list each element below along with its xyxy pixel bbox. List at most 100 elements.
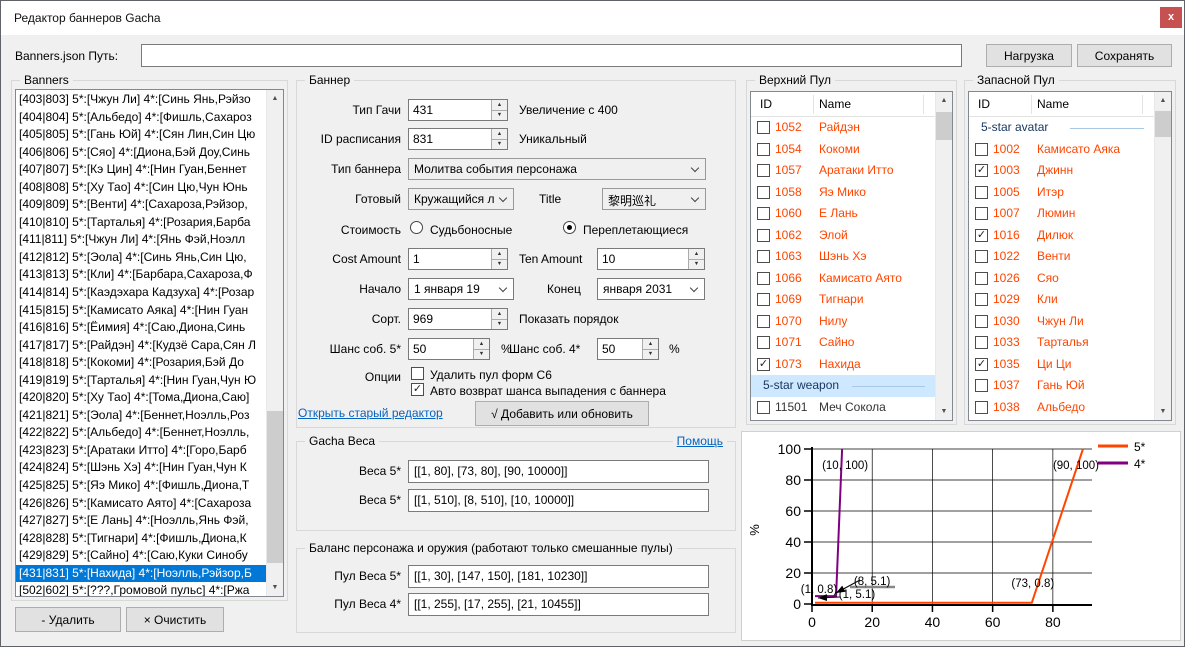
list-item[interactable]: [413|813] 5*:[Кли] 4*:[Барбара,Сахароза,… (16, 266, 266, 284)
spin-up-icon[interactable]: ▲ (643, 339, 658, 350)
save-button[interactable]: Сохранять (1077, 44, 1172, 67)
scroll-down-icon[interactable]: ▼ (1155, 403, 1171, 420)
pool-row[interactable]: 1033Тарталья (969, 332, 1154, 354)
scroll-up-icon[interactable]: ▲ (267, 90, 283, 107)
cost-amount-spinner[interactable]: 1 ▲ ▼ (408, 248, 508, 270)
row-checkbox[interactable] (975, 143, 988, 156)
pool-row[interactable]: 1071Сайно (751, 332, 935, 354)
scrollbar-thumb[interactable] (1155, 111, 1171, 137)
option-remove-c6-label[interactable]: Удалить пул форм С6 (430, 368, 552, 382)
list-item[interactable]: [428|828] 5*:[Тигнари] 4*:[Фишль,Диона,К (16, 530, 266, 548)
pool-row[interactable]: 1057Аратаки Итто (751, 160, 935, 182)
list-item[interactable]: [408|808] 5*:[Ху Тао] 4*:[Син Цю,Чун Юнь (16, 179, 266, 197)
radio-intertwined[interactable] (563, 221, 576, 234)
ten-amount-spinner[interactable]: 10 ▲ ▼ (597, 248, 705, 270)
schedule-id-spinner[interactable]: 831 ▲ ▼ (408, 128, 508, 150)
close-icon[interactable]: x (1160, 7, 1182, 28)
pool-weights4-input[interactable]: [[1, 255], [17, 255], [21, 10455]] (408, 593, 709, 616)
row-checkbox[interactable] (757, 207, 770, 220)
pool-row[interactable]: 1054Кокоми (751, 139, 935, 161)
radio-fate-label[interactable]: Судьбоносные (430, 223, 512, 237)
pool-separator[interactable]: 5-star avatar (969, 117, 1154, 139)
list-item[interactable]: [421|821] 5*:[Эола] 4*:[Беннет,Ноэлль,Ро… (16, 407, 266, 425)
pool-row[interactable]: ✓1003Джинн (969, 160, 1154, 182)
spin-up-icon[interactable]: ▲ (492, 309, 507, 320)
row-checkbox[interactable] (757, 186, 770, 199)
banner-type-select[interactable]: Молитва события персонажа (408, 158, 706, 180)
row-checkbox[interactable]: ✓ (975, 229, 988, 242)
row-checkbox[interactable]: ✓ (975, 358, 988, 371)
row-checkbox[interactable] (757, 293, 770, 306)
weights5-input-2[interactable]: [[1, 510], [8, 510], [10, 10000]] (408, 489, 709, 512)
pool-row[interactable]: 1038Альбедо (969, 397, 1154, 419)
pool-row[interactable]: 1037Гань Юй (969, 375, 1154, 397)
spin-down-icon[interactable]: ▼ (492, 260, 507, 270)
spin-down-icon[interactable]: ▼ (492, 140, 507, 150)
pool-row[interactable]: 1063Шэнь Хэ (751, 246, 935, 268)
option-auto-return-label[interactable]: Авто возврат шанса выпадения с баннера (430, 384, 666, 398)
chance4-spinner[interactable]: 50 ▲ ▼ (597, 338, 659, 360)
gacha-type-spinner[interactable]: 431 ▲ ▼ (408, 99, 508, 121)
row-checkbox[interactable] (975, 315, 988, 328)
fallback-pool-table[interactable]: ID Name 5-star avatar1002Камисато Аяка✓1… (968, 91, 1172, 421)
pool-row[interactable]: 11501Меч Сокола (751, 397, 935, 419)
spin-down-icon[interactable]: ▼ (689, 260, 704, 270)
list-item[interactable]: [429|829] 5*:[Сайно] 4*:[Саю,Куки Синобу (16, 547, 266, 565)
row-checkbox[interactable] (757, 164, 770, 177)
pool-row[interactable]: 1052Райдэн (751, 117, 935, 139)
pool-row[interactable]: 1060Е Лань (751, 203, 935, 225)
delete-button[interactable]: - Удалить (15, 607, 121, 632)
upper-pool-table[interactable]: ID Name 1052Райдэн1054Кокоми1057Аратаки … (750, 91, 953, 421)
row-checkbox[interactable] (757, 121, 770, 134)
list-item[interactable]: [409|809] 5*:[Венти] 4*:[Сахароза,Рэйзор… (16, 196, 266, 214)
spin-up-icon[interactable]: ▲ (689, 249, 704, 260)
radio-intertwined-label[interactable]: Переплетающиеся (583, 223, 688, 237)
list-item[interactable]: [424|824] 5*:[Шэнь Хэ] 4*:[Нин Гуан,Чун … (16, 459, 266, 477)
pool-row[interactable]: ✓1035Ци Ци (969, 354, 1154, 376)
row-checkbox[interactable] (757, 272, 770, 285)
pool-row[interactable]: 1007Люмин (969, 203, 1154, 225)
pool-row[interactable]: 1066Камисато Аято (751, 268, 935, 290)
scroll-down-icon[interactable]: ▼ (267, 579, 283, 596)
pool-row[interactable]: 1002Камисато Аяка (969, 139, 1154, 161)
list-item[interactable]: [403|803] 5*:[Чжун Ли] 4*:[Синь Янь,Рэйз… (16, 91, 266, 109)
pool-row[interactable]: 1030Чжун Ли (969, 311, 1154, 333)
scrollbar[interactable]: ▲ ▼ (935, 92, 952, 420)
pool-row[interactable]: 1022Венти (969, 246, 1154, 268)
pool-row[interactable]: ✓1016Дилюк (969, 225, 1154, 247)
row-checkbox[interactable] (757, 229, 770, 242)
scrollbar-thumb[interactable] (936, 112, 952, 140)
pool-row[interactable]: 1029Кли (969, 289, 1154, 311)
row-checkbox[interactable] (975, 336, 988, 349)
row-checkbox[interactable] (757, 315, 770, 328)
row-checkbox[interactable]: ✓ (975, 164, 988, 177)
row-checkbox[interactable] (975, 250, 988, 263)
list-item[interactable]: [423|823] 5*:[Аратаки Итто] 4*:[Горо,Бар… (16, 442, 266, 460)
weights5-input-1[interactable]: [[1, 80], [73, 80], [90, 10000]] (408, 460, 709, 483)
list-item[interactable]: [427|827] 5*:[Е Лань] 4*:[Ноэлль,Янь Фэй… (16, 512, 266, 530)
scroll-up-icon[interactable]: ▲ (936, 92, 952, 109)
pool-row[interactable]: 1070Нилу (751, 311, 935, 333)
list-item[interactable]: [420|820] 5*:[Ху Тао] 4*:[Тома,Диона,Саю… (16, 389, 266, 407)
row-checkbox[interactable] (975, 186, 988, 199)
list-item[interactable]: [410|810] 5*:[Тарталья] 4*:[Розария,Барб… (16, 214, 266, 232)
path-input[interactable] (141, 44, 962, 67)
spin-down-icon[interactable]: ▼ (643, 350, 658, 360)
spin-down-icon[interactable]: ▼ (492, 111, 507, 121)
old-editor-link[interactable]: Открыть старый редактор (298, 406, 443, 420)
scrollbar[interactable]: ▲ ▼ (266, 90, 283, 596)
list-item[interactable]: [419|819] 5*:[Тарталья] 4*:[Нин Гуан,Чун… (16, 372, 266, 390)
list-item[interactable]: [411|811] 5*:[Чжун Ли] 4*:[Янь Фэй,Ноэлл (16, 231, 266, 249)
load-button[interactable]: Нагрузка (986, 44, 1072, 67)
list-item[interactable]: [404|804] 5*:[Альбедо] 4*:[Фишль,Сахароз (16, 109, 266, 127)
list-item[interactable]: [425|825] 5*:[Яэ Мико] 4*:[Фишль,Диона,Т (16, 477, 266, 495)
add-or-update-button[interactable]: √ Добавить или обновить (475, 401, 649, 426)
pool-row[interactable]: ✓1073Нахида (751, 354, 935, 376)
list-item[interactable]: [416|816] 5*:[Ёимия] 4*:[Саю,Диона,Синь (16, 319, 266, 337)
spin-up-icon[interactable]: ▲ (492, 129, 507, 140)
banners-list[interactable]: [403|803] 5*:[Чжун Ли] 4*:[Синь Янь,Рэйз… (15, 89, 284, 597)
sort-spinner[interactable]: 969 ▲ ▼ (408, 308, 508, 330)
scroll-down-icon[interactable]: ▼ (936, 403, 952, 420)
scrollbar[interactable]: ▲ ▼ (1154, 92, 1171, 420)
spin-up-icon[interactable]: ▲ (492, 100, 507, 111)
